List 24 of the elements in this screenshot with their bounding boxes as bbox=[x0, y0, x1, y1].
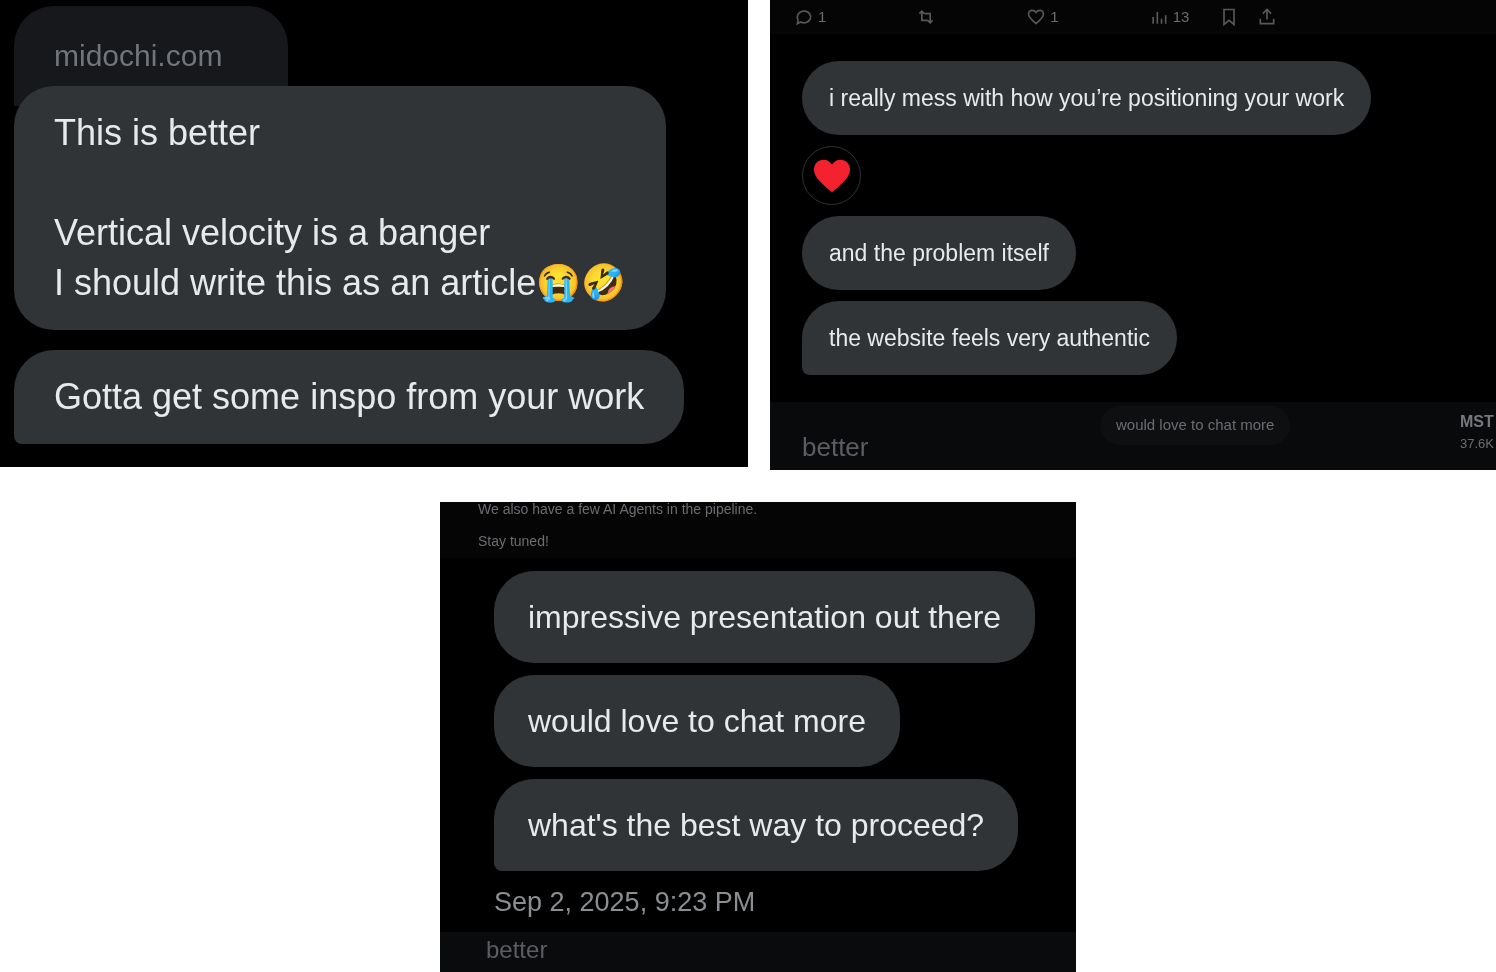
message-text: i really mess with how you’re positioning your work bbox=[829, 84, 1345, 113]
link-preview-domain: midochi.com bbox=[54, 39, 223, 72]
message-text: would love to chat more bbox=[528, 702, 866, 741]
backdrop-text: Stay tuned! bbox=[478, 534, 550, 548]
message-text: impressive presentation out there bbox=[528, 598, 1002, 637]
backdrop-bubble: would love to chat more bbox=[1100, 406, 1291, 445]
backdrop-text: We also have a few AI Agents in the pipeline. bbox=[478, 502, 759, 516]
like-icon[interactable] bbox=[1026, 7, 1047, 27]
message-text: Vertical velocity is a banger I should write this as an article😭🤣 bbox=[54, 211, 627, 305]
message-text: Gotta get some inspo from your work bbox=[54, 375, 645, 419]
reply-count: 1 bbox=[818, 6, 827, 27]
message-text: the website feels very authentic bbox=[829, 324, 1150, 353]
backdrop-count: 37.6K bbox=[1460, 435, 1494, 453]
reply-icon[interactable] bbox=[794, 7, 814, 27]
message-timestamp: Sep 2, 2025, 9:23 PM bbox=[494, 886, 757, 919]
message-text: This is better bbox=[54, 111, 262, 155]
message-text: what's the best way to proceed? bbox=[528, 806, 985, 845]
like-count: 1 bbox=[1050, 6, 1059, 27]
share-icon[interactable] bbox=[1257, 7, 1278, 27]
view-count: 13 bbox=[1172, 6, 1190, 27]
backdrop-title: MST bbox=[1460, 412, 1494, 432]
message-text: and the problem itself bbox=[829, 239, 1049, 268]
backdrop-heading: better bbox=[486, 936, 548, 963]
backdrop-heading: better bbox=[801, 431, 870, 464]
